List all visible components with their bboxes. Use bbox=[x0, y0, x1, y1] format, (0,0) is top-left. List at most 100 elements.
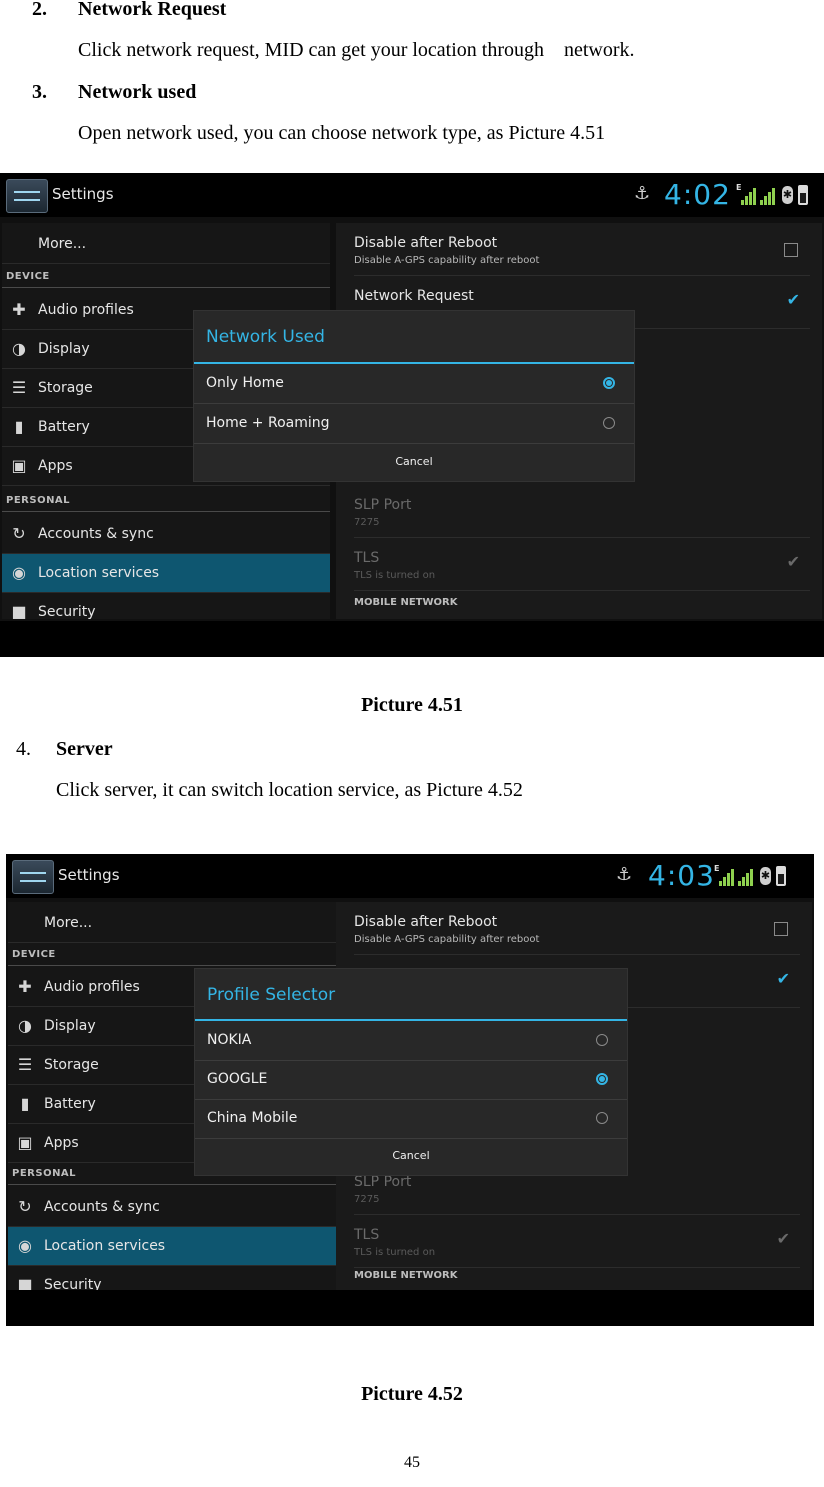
battery-icon bbox=[798, 185, 808, 205]
divider bbox=[8, 1184, 336, 1185]
network-type-label: E bbox=[714, 864, 720, 873]
sidebar-item-security[interactable]: ■ Security bbox=[2, 593, 330, 621]
usb-icon: ⚓ bbox=[634, 183, 651, 204]
sidebar-item-label: Accounts & sync bbox=[38, 526, 154, 542]
sync-icon: ↻ bbox=[18, 1197, 32, 1216]
location-icon: ◉ bbox=[18, 1236, 32, 1255]
settings-icon[interactable] bbox=[6, 179, 48, 213]
setting-title: Disable after Reboot bbox=[354, 914, 498, 930]
checkbox[interactable] bbox=[774, 922, 788, 936]
page-number: 45 bbox=[404, 1454, 420, 1471]
bluetooth-icon: ✱ bbox=[760, 867, 771, 885]
option-nokia[interactable]: NOKIA bbox=[195, 1021, 627, 1061]
figure-caption: Picture 4.52 bbox=[361, 1383, 463, 1405]
sidebar-item-label: Battery bbox=[44, 1096, 96, 1112]
option-home-roaming[interactable]: Home + Roaming bbox=[194, 404, 634, 444]
section-header-device: DEVICE bbox=[6, 271, 50, 282]
display-icon: ◑ bbox=[18, 1016, 32, 1035]
network-used-dialog: Network Used Only Home Home + Roaming Ca… bbox=[193, 310, 635, 482]
radio-selected[interactable] bbox=[596, 1073, 608, 1085]
section-3-body: Open network used, you can choose networ… bbox=[78, 122, 606, 144]
sync-icon: ↻ bbox=[12, 524, 26, 543]
sidebar-item-label: Location services bbox=[38, 565, 160, 581]
sidebar-item-accounts-sync[interactable]: ↻ Accounts & sync bbox=[2, 515, 330, 554]
setting-tls[interactable]: TLS TLS is turned on ✔ bbox=[354, 1215, 800, 1268]
location-icon: ◉ bbox=[12, 563, 26, 582]
radio-unselected[interactable] bbox=[603, 417, 615, 429]
personal-list: ↻ Accounts & sync ◉ Location services ■ Sec… bbox=[8, 1188, 336, 1294]
sidebar-item-label: Display bbox=[44, 1018, 96, 1034]
section-title: Network used bbox=[78, 81, 197, 103]
settings-icon[interactable] bbox=[12, 860, 54, 894]
display-icon: ◑ bbox=[12, 339, 26, 358]
setting-summary: 7275 bbox=[354, 517, 380, 528]
apps-icon: ▣ bbox=[11, 456, 27, 475]
dialog-title: Profile Selector bbox=[207, 985, 336, 1005]
setting-slp-port[interactable]: SLP Port 7275 bbox=[354, 485, 810, 538]
signal-strength-icon bbox=[736, 868, 756, 886]
check-icon[interactable]: ✔ bbox=[787, 290, 800, 309]
setting-tls[interactable]: TLS TLS is turned on ✔ bbox=[354, 538, 810, 591]
cancel-button[interactable]: Cancel bbox=[195, 1137, 627, 1175]
check-icon[interactable]: ✔ bbox=[777, 969, 790, 988]
check-icon[interactable]: ✔ bbox=[787, 552, 800, 571]
checkbox[interactable] bbox=[784, 243, 798, 257]
battery-icon: ▮ bbox=[20, 1094, 30, 1113]
check-icon[interactable]: ✔ bbox=[777, 1229, 790, 1248]
sidebar-item-label: Audio profiles bbox=[44, 979, 140, 995]
option-only-home[interactable]: Only Home bbox=[194, 364, 634, 404]
personal-list: ↻ Accounts & sync ◉ Location services ■ Sec… bbox=[2, 515, 330, 621]
radio-unselected[interactable] bbox=[596, 1112, 608, 1124]
setting-summary: TLS is turned on bbox=[354, 1247, 436, 1258]
divider bbox=[2, 287, 330, 288]
sidebar-item-location-services[interactable]: ◉ Location services bbox=[8, 1227, 336, 1266]
clock: 4:03 bbox=[648, 859, 715, 892]
sidebar-item-label: Storage bbox=[44, 1057, 99, 1073]
signal-strength-icon bbox=[758, 187, 778, 205]
sidebar-item-label: Apps bbox=[38, 458, 73, 474]
section-2-body: Click network request, MID can get your … bbox=[78, 39, 635, 61]
audio-profiles-icon: ✚ bbox=[18, 977, 32, 996]
option-google[interactable]: GOOGLE bbox=[195, 1060, 627, 1100]
setting-disable-after-reboot[interactable]: Disable after Reboot Disable A-GPS capab… bbox=[354, 223, 810, 276]
section-2-heading: 2. Network Request bbox=[32, 0, 226, 21]
section-header-mobile-network: MOBILE NETWORK bbox=[354, 1270, 458, 1281]
dialog-title: Network Used bbox=[206, 327, 325, 347]
status-bar: Settings ⚓ 4:03 E ✱ bbox=[6, 854, 814, 898]
navigation-bar bbox=[6, 1290, 814, 1326]
option-china-mobile[interactable]: China Mobile bbox=[195, 1099, 627, 1139]
radio-selected[interactable] bbox=[603, 377, 615, 389]
setting-summary: TLS is turned on bbox=[354, 570, 436, 581]
usb-icon: ⚓ bbox=[616, 864, 633, 885]
cancel-button[interactable]: Cancel bbox=[194, 443, 634, 481]
setting-summary: 7275 bbox=[354, 1194, 380, 1205]
storage-icon: ☰ bbox=[11, 378, 27, 397]
setting-title: TLS bbox=[354, 1227, 380, 1243]
storage-icon: ☰ bbox=[17, 1055, 33, 1074]
radio-unselected[interactable] bbox=[596, 1034, 608, 1046]
sidebar-item-label: Security bbox=[38, 604, 96, 620]
sidebar-item-label: Display bbox=[38, 341, 90, 357]
audio-profiles-icon: ✚ bbox=[12, 300, 26, 319]
sidebar-item-more[interactable]: More... bbox=[8, 904, 336, 943]
sidebar-item-more[interactable]: More... bbox=[2, 225, 330, 264]
navigation-bar bbox=[0, 621, 824, 657]
setting-title: Network Request bbox=[354, 288, 474, 304]
option-label: China Mobile bbox=[207, 1110, 298, 1126]
status-bar: Settings ⚓ 4:02 E ✱ bbox=[0, 173, 824, 217]
setting-title: Disable after Reboot bbox=[354, 235, 498, 251]
sidebar-item-accounts-sync[interactable]: ↻ Accounts & sync bbox=[8, 1188, 336, 1227]
setting-disable-after-reboot[interactable]: Disable after Reboot Disable A-GPS capab… bbox=[354, 902, 800, 955]
sidebar-item-location-services[interactable]: ◉ Location services bbox=[2, 554, 330, 593]
option-label: GOOGLE bbox=[207, 1071, 268, 1087]
battery-icon: ▮ bbox=[14, 417, 24, 436]
apps-icon: ▣ bbox=[17, 1133, 33, 1152]
section-number: 4. bbox=[16, 738, 31, 760]
bluetooth-icon: ✱ bbox=[782, 186, 793, 204]
sidebar-item-label: Storage bbox=[38, 380, 93, 396]
app-title: Settings bbox=[58, 866, 120, 884]
section-number: 2. bbox=[32, 0, 47, 20]
sidebar-item-security[interactable]: ■ Security bbox=[8, 1266, 336, 1294]
battery-icon bbox=[776, 866, 786, 886]
section-4-heading: 4. Server bbox=[16, 737, 113, 761]
